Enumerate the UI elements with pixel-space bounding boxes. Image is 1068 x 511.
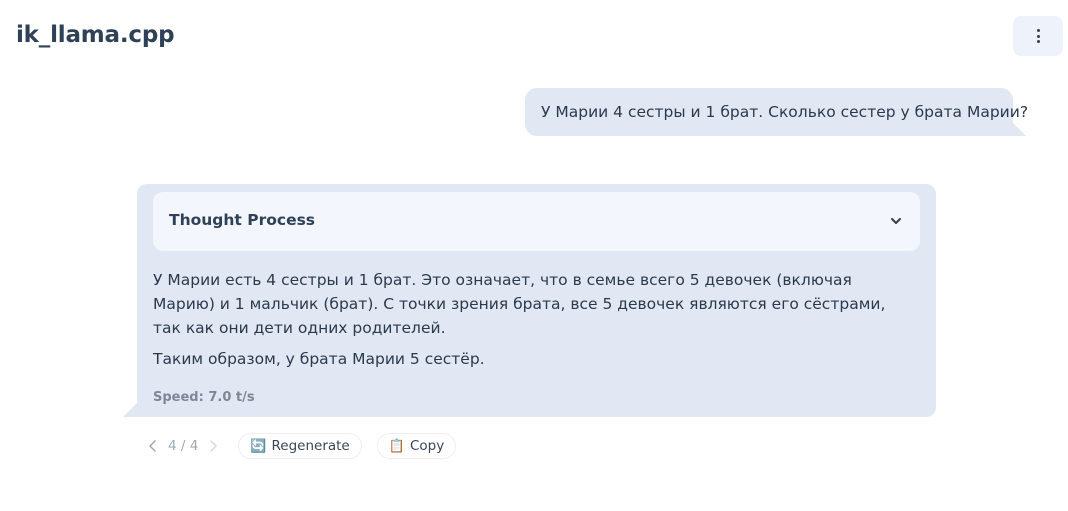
user-message: У Марии 4 сестры и 1 брат. Сколько сесте… xyxy=(525,88,1028,136)
copy-label: Copy xyxy=(409,438,445,454)
chevron-down-icon xyxy=(891,218,901,224)
menu-button[interactable] xyxy=(1013,16,1063,56)
regenerate-label: Regenerate xyxy=(271,438,350,454)
regenerate-button[interactable]: 🔄 Regenerate xyxy=(238,433,362,459)
thought-process-title: Thought Process xyxy=(169,211,316,229)
copy-icon: 📋 xyxy=(388,438,405,454)
answer-paragraph: Таким образом, у брата Марии 5 сестёр. xyxy=(153,350,485,368)
speed-indicator: Speed: 7.0 t/s xyxy=(153,390,255,405)
answer-paragraph: У Марии есть 4 сестры и 1 брат. Это озна… xyxy=(153,271,886,337)
more-vertical-icon xyxy=(1036,29,1040,43)
thought-process-toggle[interactable]: Thought Process xyxy=(153,192,920,251)
regenerate-icon: 🔄 xyxy=(250,438,267,454)
app-title: ik_llama.cpp xyxy=(16,22,175,48)
pager-count: 4 / 4 xyxy=(168,438,199,454)
assistant-answer: У Марии есть 4 сестры и 1 брат. Это озна… xyxy=(153,268,913,378)
assistant-message: Thought Process У Марии есть 4 сестры и … xyxy=(137,184,936,417)
copy-button[interactable]: 📋 Copy xyxy=(376,433,457,459)
response-pager: 4 / 4 xyxy=(148,438,218,454)
message-actions: 4 / 4 🔄 Regenerate 📋 Copy xyxy=(148,433,457,459)
chevron-right-icon[interactable] xyxy=(208,440,218,452)
chevron-left-icon[interactable] xyxy=(148,440,158,452)
